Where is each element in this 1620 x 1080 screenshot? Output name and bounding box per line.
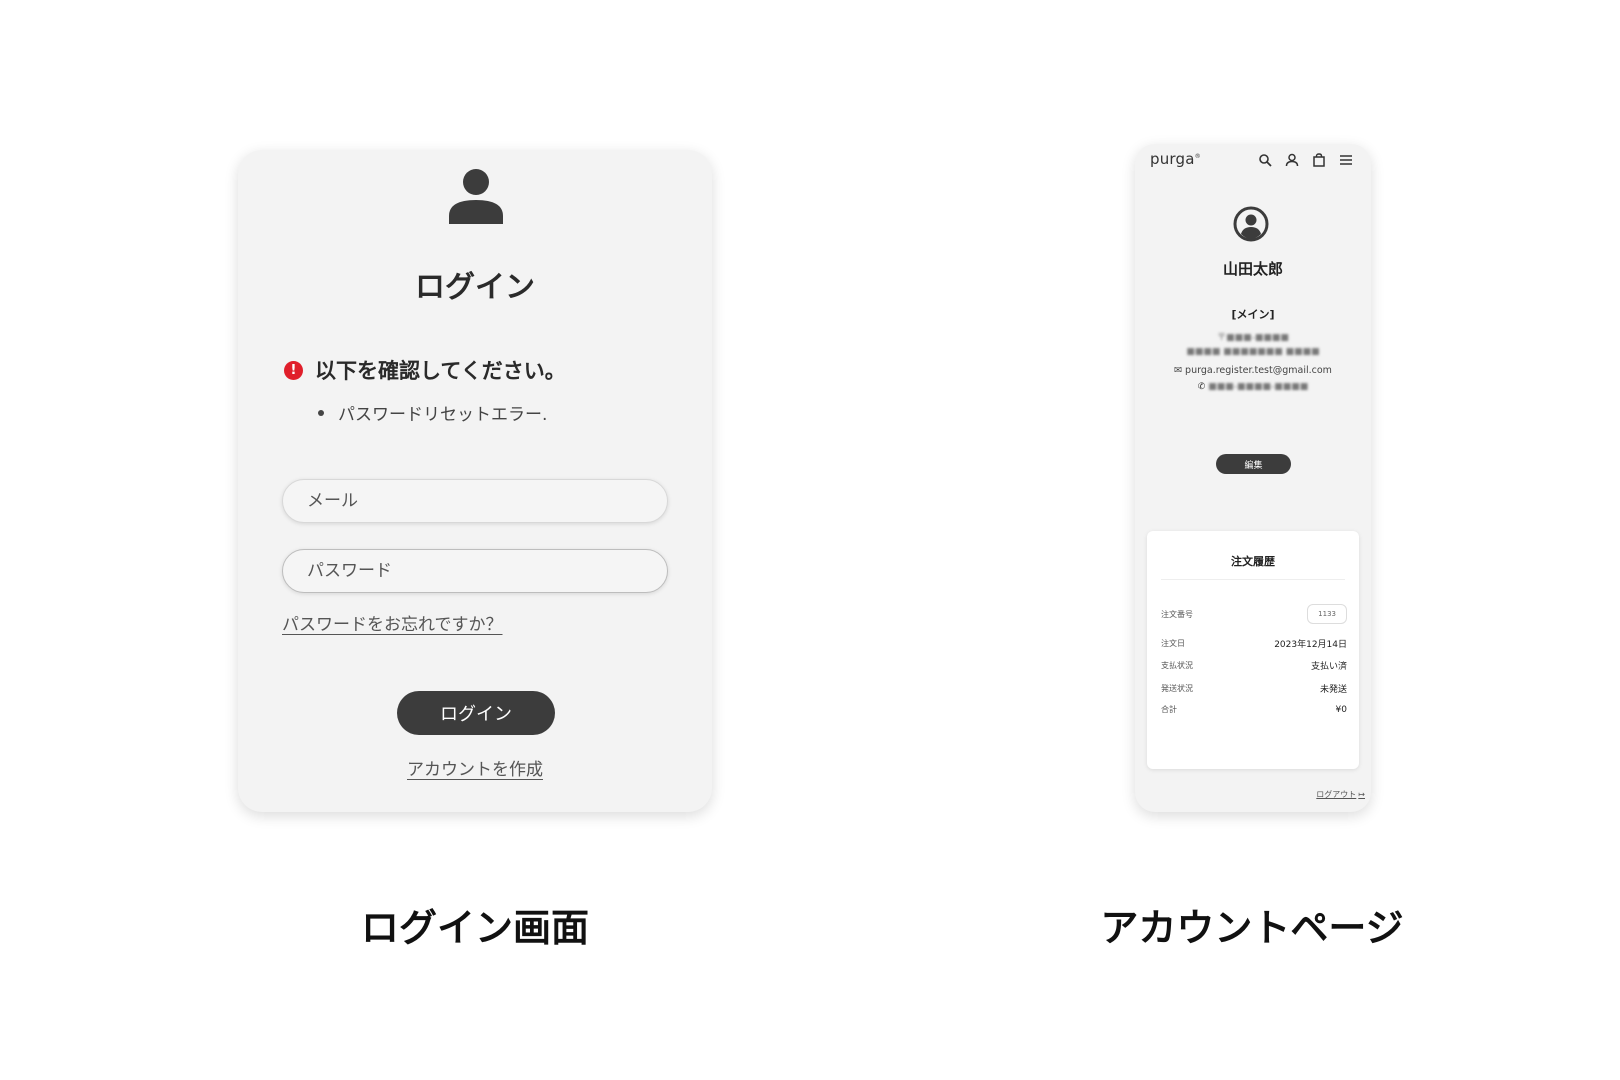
order-row-total: 合計 ¥0 (1161, 704, 1347, 715)
password-input[interactable] (282, 549, 668, 593)
account-name: 山田太郎 (1222, 260, 1283, 278)
error-icon: ! (284, 360, 303, 380)
order-label: 発送状況 (1161, 684, 1193, 693)
mail-icon: ✉ (1174, 365, 1183, 376)
order-row-number: 注文番号 1133 (1161, 604, 1347, 624)
postal-code-redacted: 〒■■■-■■■■ (1217, 333, 1289, 343)
logo-text: purga (1150, 150, 1195, 168)
login-button[interactable]: ログイン (397, 691, 555, 735)
edit-button[interactable]: 編集 (1216, 454, 1291, 474)
logo-mark: ® (1194, 153, 1201, 160)
divider (1161, 579, 1345, 580)
order-value: 支払い済 (1310, 662, 1347, 672)
error-title: 以下を確認してください。 (315, 359, 566, 383)
bullet-icon (318, 409, 324, 416)
error-item-text: パスワードリセットエラー. (338, 405, 548, 425)
order-row-date: 注文日 2023年12月14日 (1161, 637, 1347, 650)
order-value: ¥0 (1335, 704, 1347, 715)
order-label: 支払状況 (1161, 661, 1193, 670)
order-row-shipping: 発送状況 未発送 (1161, 682, 1347, 695)
login-card: ログイン ! 以下を確認してください。 パスワードリセットエラー. パスワードを… (238, 150, 712, 812)
account-page-phone: purga® 山田太郎 [メイン] 〒■■■-■■■■ ■■■■ ■■■■■■■… (1135, 144, 1371, 812)
email-row: ✉ purga.register.test@gmail.com (1135, 365, 1371, 376)
order-number-link[interactable]: 1133 (1307, 604, 1347, 624)
cart-icon[interactable] (1312, 153, 1326, 167)
user-icon (449, 169, 503, 224)
order-history-title: 注文履歴 (1231, 555, 1275, 568)
search-icon[interactable] (1258, 153, 1272, 167)
user-icon[interactable] (1285, 153, 1299, 167)
account-caption: アカウントページ (1100, 906, 1404, 950)
error-item: パスワードリセットエラー. (318, 400, 547, 425)
order-label: 注文日 (1161, 639, 1185, 648)
order-value: 未発送 (1319, 685, 1347, 695)
logout-icon: ↦ (1358, 790, 1365, 799)
account-avatar-icon (1233, 206, 1269, 242)
address-label: [メイン] (1231, 308, 1275, 321)
page-title: ログイン (415, 270, 535, 305)
order-row-payment: 支払状況 支払い済 (1161, 659, 1347, 672)
order-label: 注文番号 (1161, 609, 1193, 619)
error-message: ! 以下を確認してください。 (284, 355, 566, 385)
order-history-card: 注文履歴 注文番号 1133 注文日 2023年12月14日 支払状況 支払い済… (1147, 531, 1359, 769)
phone-row: ✆ ■■■-■■■■-■■■■ (1135, 382, 1371, 392)
create-account-link[interactable]: アカウントを作成 (238, 755, 712, 780)
logo[interactable]: purga® (1150, 150, 1201, 168)
account-email: purga.register.test@gmail.com (1185, 365, 1332, 376)
login-caption: ログイン画面 (360, 906, 589, 950)
phone-number-redacted: ■■■-■■■■-■■■■ (1208, 382, 1309, 392)
order-value: 2023年12月14日 (1274, 640, 1347, 650)
email-input[interactable] (282, 479, 668, 523)
logout-link[interactable]: ログアウト ↦ (1316, 789, 1365, 800)
logout-text: ログアウト (1316, 790, 1357, 799)
address-redacted: ■■■■ ■■■■■■■ ■■■■ (1186, 347, 1320, 357)
order-label: 合計 (1161, 705, 1177, 714)
menu-icon[interactable] (1339, 153, 1353, 167)
phone-icon: ✆ (1197, 382, 1206, 392)
forgot-password-link[interactable]: パスワードをお忘れですか？ (282, 610, 503, 635)
